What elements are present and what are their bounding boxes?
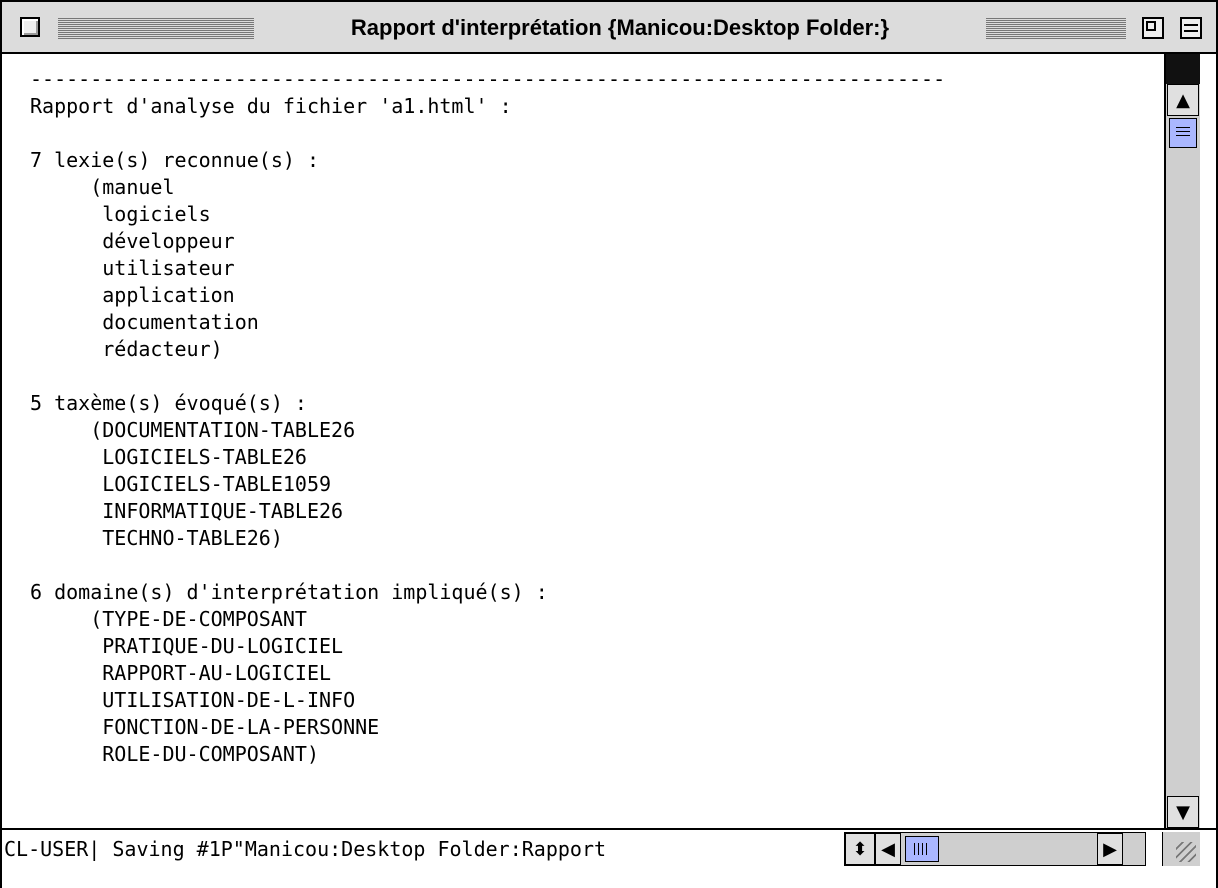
report-line: logiciels [30, 202, 211, 226]
report-line: ROLE-DU-COMPOSANT) [30, 742, 319, 766]
close-box-icon[interactable] [20, 17, 40, 37]
report-lines: ----------------------------------------… [30, 66, 945, 828]
report-line: utilisateur [30, 256, 235, 280]
report-line: application [30, 283, 235, 307]
report-line: 6 domaine(s) d'interprétation impliqué(s… [30, 580, 548, 604]
report-line: LOGICIELS-TABLE1059 [30, 472, 332, 496]
report-line: ----------------------------------------… [30, 67, 946, 91]
report-line: 7 lexie(s) reconnue(s) : [30, 148, 319, 172]
window-title: Rapport d'interprétation {Manicou:Deskto… [258, 11, 982, 45]
report-line: LOGICIELS-TABLE26 [30, 445, 307, 469]
report-line [30, 552, 945, 579]
horizontal-scroll-thumb[interactable] [905, 836, 939, 862]
report-line: UTILISATION-DE-L-INFO [30, 688, 356, 712]
report-line [30, 363, 945, 390]
status-text: CL-USER| Saving #1P"Manicou:Desktop Fold… [4, 837, 607, 861]
report-line: rédacteur) [30, 337, 223, 361]
scrollbar-top-cap [1166, 54, 1200, 84]
zoom-box-icon[interactable] [1142, 17, 1164, 39]
status-bar: CL-USER| Saving #1P"Manicou:Desktop Fold… [2, 828, 1216, 888]
horizontal-scrollbar[interactable]: ⬍ ◀ ▶ [844, 832, 1146, 866]
title-stripes-right [986, 17, 1126, 39]
report-line [30, 120, 945, 147]
title-bar[interactable]: Rapport d'interprétation {Manicou:Deskto… [2, 2, 1216, 54]
title-stripes-left [58, 17, 254, 39]
report-line: PRATIQUE-DU-LOGICIEL [30, 634, 344, 658]
vertical-scroll-thumb[interactable] [1169, 118, 1197, 148]
report-window: Rapport d'interprétation {Manicou:Deskto… [0, 0, 1218, 888]
report-line: développeur [30, 229, 235, 253]
report-line: (manuel [30, 175, 175, 199]
scroll-left-arrow-icon[interactable]: ◀ [875, 833, 901, 865]
report-line [30, 795, 945, 822]
scroll-down-arrow-icon[interactable]: ▼ [1167, 796, 1199, 828]
report-line: RAPPORT-AU-LOGICIEL [30, 661, 332, 685]
vertical-scrollbar[interactable]: ▲ ▼ [1164, 54, 1200, 828]
report-line: (TYPE-DE-COMPOSANT [30, 607, 307, 631]
resize-grip-icon[interactable] [1162, 832, 1200, 866]
collapse-box-icon[interactable] [1180, 17, 1202, 39]
report-line [30, 768, 945, 795]
scroll-up-arrow-icon[interactable]: ▲ [1167, 84, 1199, 116]
report-line: Rapport d'analyse du fichier 'a1.html' : [30, 94, 512, 118]
report-line: INFORMATIQUE-TABLE26 [30, 499, 344, 523]
up-down-arrows-icon[interactable]: ⬍ [845, 833, 875, 865]
report-line: FONCTION-DE-LA-PERSONNE [30, 715, 380, 739]
report-line: TECHNO-TABLE26) [30, 526, 283, 550]
report-text-area[interactable]: ----------------------------------------… [4, 54, 1162, 828]
report-line: (DOCUMENTATION-TABLE26 [30, 418, 356, 442]
report-line: 5 taxème(s) évoqué(s) : [30, 391, 307, 415]
scroll-right-arrow-icon[interactable]: ▶ [1097, 833, 1123, 865]
report-line: documentation [30, 310, 259, 334]
